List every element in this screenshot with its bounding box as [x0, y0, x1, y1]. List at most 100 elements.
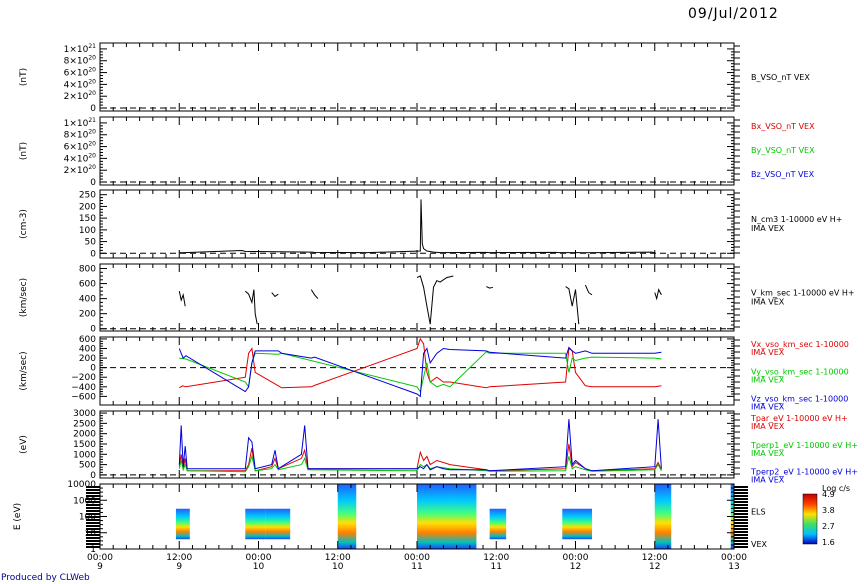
legend-label: V_km_sec 1-10000 eV H+: [751, 289, 855, 298]
y-axis-label: (cm-3): [19, 209, 29, 239]
y-tick-exponent: 20: [88, 141, 96, 148]
legend-label: IMA VEX: [751, 476, 785, 485]
x-tick-day: 9: [97, 562, 103, 572]
y-tick-label: 0: [90, 249, 96, 259]
panel-frame: [99, 263, 735, 332]
y-tick-label: 400: [79, 344, 96, 354]
legend-label: N_cm3 1-10000 eV H+: [751, 215, 842, 224]
series-line-Vy: [179, 351, 662, 393]
y-axis-label: (km/sec): [19, 351, 29, 390]
spectrogram-block: [337, 484, 357, 549]
series-line-V: [584, 284, 593, 296]
y-tick-label: 6×1020: [64, 141, 97, 153]
y-tick-label: 400: [79, 295, 96, 305]
y-tick-label: 150: [79, 214, 96, 224]
y-tick-label: 800: [79, 265, 96, 275]
spectrogram-block: [175, 508, 190, 540]
y-tick-label: 3000: [73, 409, 96, 419]
y-tick-label: 100: [79, 226, 96, 236]
legend-label: Bz_VSO_nT VEX: [751, 170, 815, 179]
spectrogram-block: [489, 508, 507, 540]
x-tick-day: 12: [649, 562, 660, 572]
y-tick-label: −600: [71, 392, 96, 402]
y-tick-label: 200: [79, 202, 96, 212]
y-tick-label: 10000: [67, 480, 96, 490]
y-tick-label: 4×1020: [64, 152, 97, 164]
legend-label: B_VSO_nT VEX: [751, 73, 810, 82]
panel-frame: [99, 189, 735, 259]
y-tick-exponent: 20: [88, 129, 96, 136]
legend-label: IMA VEX: [751, 375, 785, 384]
y-tick-label: 600: [79, 280, 96, 290]
x-tick-day: 10: [253, 562, 265, 572]
legend-label: IMA VEX: [751, 403, 785, 412]
legend-label: IMA VEX: [751, 348, 785, 357]
series-line-V: [178, 290, 186, 307]
series-line-V: [416, 275, 454, 325]
y-tick-exponent: 20: [88, 164, 96, 171]
x-tick-day: 9: [176, 562, 182, 572]
y-tick-label: 2×1020: [64, 90, 97, 102]
series-line-V: [486, 286, 494, 289]
spectrogram-block: [654, 484, 672, 549]
series-line-Vz: [178, 346, 662, 398]
y-axis-label: E (eV): [13, 503, 23, 530]
y-tick-label: −200: [71, 373, 96, 383]
panel-3: 800 600 400 200 0 (km/sec) V_km_sec 1-10000 eV…: [19, 263, 855, 335]
y-axis-label: (eV): [19, 435, 29, 454]
y-tick-label: −400: [71, 383, 96, 393]
y-axis-label: (nT): [19, 142, 29, 160]
spectrogram-block: [562, 508, 593, 540]
y-tick-label: 1×1021: [64, 117, 97, 129]
y-tick-exponent: 21: [88, 117, 96, 124]
series-line-V: [271, 292, 279, 298]
spectrogram-block: [245, 508, 266, 540]
legend-label: VEX: [751, 540, 768, 549]
x-tick-day: 11: [491, 562, 502, 572]
y-tick-label: 2500: [73, 419, 96, 429]
y-axis-label: (km/sec): [19, 278, 29, 317]
y-axis-label: (nT): [19, 68, 29, 86]
series-line-Tperp2: [178, 419, 662, 472]
y-tick-exponent: 20: [88, 55, 96, 62]
colorbar-tick-label: 2.7: [822, 522, 835, 531]
y-tick-label: 0: [90, 178, 96, 188]
panel-1: 1×10218×10206×10204×10202×1020 0 (nT) Bx_VS…: [19, 116, 815, 188]
colorbar-tick-label: 4.9: [822, 490, 835, 499]
panel-6: 100001000100101E (eV)ELSVEX: [13, 480, 768, 555]
x-tick-day: 10: [332, 562, 344, 572]
y-tick-exponent: 20: [88, 67, 96, 74]
colorbar: Log c/s4.93.82.71.6: [802, 484, 850, 547]
y-tick-label: 2×1020: [64, 164, 97, 176]
panel-frame: [99, 42, 735, 112]
y-tick-label: 200: [79, 354, 96, 364]
plot-date: 09/Jul/2012: [688, 6, 779, 22]
y-tick-exponent: 20: [88, 152, 96, 159]
y-tick-label: 6×1020: [64, 67, 97, 79]
series-line-V: [310, 289, 319, 299]
y-tick-label: 200: [79, 310, 96, 320]
y-tick-label: 0: [90, 364, 96, 374]
spectrogram-block: [265, 508, 291, 540]
series-line-V: [244, 289, 258, 325]
legend-label: ELS: [751, 508, 766, 517]
legend-label: Bx_VSO_nT VEX: [751, 122, 815, 131]
series-line-V: [654, 288, 662, 301]
panel-4: 6004002000−200−400−600(km/sec)Vx_vso_km_…: [19, 335, 849, 412]
panels: 1×10218×10206×10204×10202×10200(nT) B_VSO…: [13, 42, 858, 555]
panel-2: 250200 150 100 500 (cm-3) N_cm3 1-10000 eV H+…: [19, 189, 842, 259]
colorbar-tick-label: 1.6: [822, 538, 835, 547]
panel-5: 300025002000150010005000(eV)Tpar_eV 1-10…: [19, 409, 858, 485]
panel-0: 1×10218×10206×10204×10202×1020 0 (nT) B_VSO…: [19, 42, 810, 114]
y-tick-exponent: 21: [88, 43, 96, 50]
y-tick-label: 1500: [73, 440, 96, 450]
legend-label: IMA VEX: [751, 224, 785, 233]
y-tick-label: 8×1020: [64, 55, 97, 67]
legend-label: IMA VEX: [751, 298, 785, 307]
spectrogram-block: [450, 484, 477, 549]
y-tick-exponent: 20: [88, 78, 96, 85]
legend-label: By_VSO_nT VEX: [751, 146, 815, 155]
colorbar-scale: [802, 493, 818, 545]
panel-frame: [99, 116, 735, 186]
x-tick-day: 11: [411, 562, 422, 572]
